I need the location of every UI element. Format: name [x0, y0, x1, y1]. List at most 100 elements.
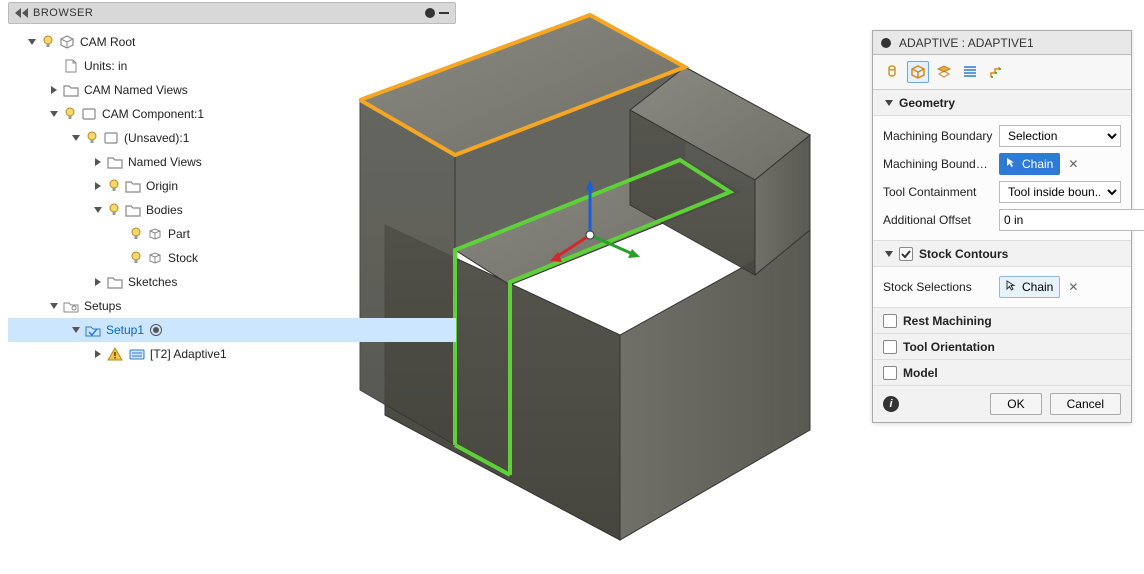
tree-row-cam-component-1[interactable]: CAM Component:1	[8, 102, 456, 126]
section-geometry-body: Machining Boundary Selection Machining B…	[873, 116, 1131, 241]
tab-tool[interactable]	[881, 61, 903, 83]
expand-icon[interactable]	[92, 180, 104, 192]
tree-row-cam-named-views[interactable]: CAM Named Views	[8, 78, 456, 102]
expand-icon[interactable]	[92, 204, 104, 216]
tab-geometry[interactable]	[907, 61, 929, 83]
tree-label: Bodies	[146, 203, 183, 217]
properties-header[interactable]: ADAPTIVE : ADAPTIVE1	[873, 31, 1131, 55]
folder-icon	[106, 154, 124, 170]
tree-label: Setups	[84, 299, 121, 313]
browser-tree[interactable]: CAM Root Units: in CAM Named Views CAM Comp…	[8, 24, 456, 372]
section-model-label: Model	[903, 366, 938, 380]
tool-containment-select[interactable]: Tool inside boun...	[999, 181, 1121, 203]
properties-panel: ADAPTIVE : ADAPTIVE1 Geometry Machining …	[872, 30, 1132, 423]
additional-offset-input[interactable]: ▲▼	[999, 209, 1144, 231]
folder-icon	[106, 274, 124, 290]
stock-contours-checkbox[interactable]	[899, 247, 913, 261]
browser-header[interactable]: BROWSER	[8, 2, 456, 24]
clear-stock-button[interactable]: ✕	[1064, 278, 1082, 296]
tool-orientation-checkbox[interactable]	[883, 340, 897, 354]
tree-label: CAM Component:1	[102, 107, 204, 121]
bulb-icon[interactable]	[62, 106, 78, 122]
bulb-icon[interactable]	[40, 34, 56, 50]
expand-icon[interactable]	[48, 108, 60, 120]
section-model-header[interactable]: Model	[873, 360, 1131, 386]
properties-tab-bar	[873, 55, 1131, 90]
dot-icon	[881, 38, 891, 48]
tree-row-part[interactable]: Part	[8, 222, 456, 246]
tree-row--t2-adaptive1[interactable]: [T2] Adaptive1	[8, 342, 456, 366]
tree-row-origin[interactable]: Origin	[8, 174, 456, 198]
folder-icon	[124, 178, 142, 194]
component-root-icon	[58, 34, 76, 50]
expand-icon[interactable]	[26, 36, 38, 48]
setups-icon	[62, 298, 80, 314]
cursor-icon	[1006, 280, 1018, 295]
body-icon	[146, 226, 164, 242]
bulb-icon[interactable]	[106, 202, 122, 218]
cursor-icon	[1006, 157, 1018, 172]
tree-label: Origin	[146, 179, 178, 193]
section-geometry-label: Geometry	[899, 96, 955, 110]
body-icon	[146, 250, 164, 266]
section-tool-orientation-header[interactable]: Tool Orientation	[873, 334, 1131, 360]
section-rest-machining-label: Rest Machining	[903, 314, 992, 328]
section-geometry-header[interactable]: Geometry	[873, 90, 1131, 116]
bulb-icon[interactable]	[106, 178, 122, 194]
expand-icon[interactable]	[92, 156, 104, 168]
tree-row-setup1[interactable]: Setup1	[8, 318, 456, 342]
expand-icon[interactable]	[70, 132, 82, 144]
model-checkbox[interactable]	[883, 366, 897, 380]
expand-icon[interactable]	[48, 84, 60, 96]
warn-icon	[106, 346, 124, 362]
browser-title: BROWSER	[33, 7, 93, 19]
boundary-chain-chip[interactable]: Chain	[999, 153, 1060, 175]
expand-icon[interactable]	[48, 300, 60, 312]
bulb-icon[interactable]	[128, 250, 144, 266]
expand-icon[interactable]	[70, 324, 82, 336]
tool-containment-label: Tool Containment	[883, 185, 993, 199]
tree-label: Stock	[168, 251, 198, 265]
op-icon	[128, 346, 146, 362]
tree-row-bodies[interactable]: Bodies	[8, 198, 456, 222]
folder-icon	[62, 82, 80, 98]
tree-row-units-in[interactable]: Units: in	[8, 54, 456, 78]
bulb-icon[interactable]	[84, 130, 100, 146]
section-rest-machining-header[interactable]: Rest Machining	[873, 308, 1131, 334]
cancel-button[interactable]: Cancel	[1050, 393, 1121, 415]
tree-label: Named Views	[128, 155, 202, 169]
expand-icon[interactable]	[92, 276, 104, 288]
info-icon[interactable]: i	[883, 396, 899, 412]
folder-icon	[124, 202, 142, 218]
clear-boundary-button[interactable]: ✕	[1064, 155, 1082, 173]
tree-label: Units: in	[84, 59, 127, 73]
tree-label: Setup1	[106, 323, 144, 337]
expand-icon	[114, 228, 126, 240]
tree-row-named-views[interactable]: Named Views	[8, 150, 456, 174]
tab-passes[interactable]	[959, 61, 981, 83]
collapse-icon[interactable]	[15, 8, 29, 18]
ok-button[interactable]: OK	[990, 393, 1041, 415]
active-setup-radio[interactable]	[150, 324, 162, 336]
tab-linking[interactable]	[985, 61, 1007, 83]
tree-label: [T2] Adaptive1	[150, 347, 227, 361]
dot-icon[interactable]	[425, 8, 435, 18]
section-stock-contours-header[interactable]: Stock Contours	[873, 241, 1131, 267]
component-icon	[102, 130, 120, 146]
bulb-icon[interactable]	[128, 226, 144, 242]
expand-icon[interactable]	[92, 348, 104, 360]
tree-row-sketches[interactable]: Sketches	[8, 270, 456, 294]
browser-panel: BROWSER CAM Root Units: in CAM Named Views…	[8, 2, 456, 372]
tree-row-setups[interactable]: Setups	[8, 294, 456, 318]
rest-machining-checkbox[interactable]	[883, 314, 897, 328]
minimize-icon[interactable]	[439, 12, 449, 14]
expand-icon	[48, 60, 60, 72]
tree-row--unsaved-1[interactable]: (Unsaved):1	[8, 126, 456, 150]
machining-boundary-label: Machining Boundary	[883, 129, 993, 143]
tab-heights[interactable]	[933, 61, 955, 83]
machining-boundary-select[interactable]: Selection	[999, 125, 1121, 147]
stock-chain-chip[interactable]: Chain	[999, 276, 1060, 298]
tree-row-stock[interactable]: Stock	[8, 246, 456, 270]
tree-row-cam-root[interactable]: CAM Root	[8, 30, 456, 54]
tree-label: CAM Root	[80, 35, 135, 49]
